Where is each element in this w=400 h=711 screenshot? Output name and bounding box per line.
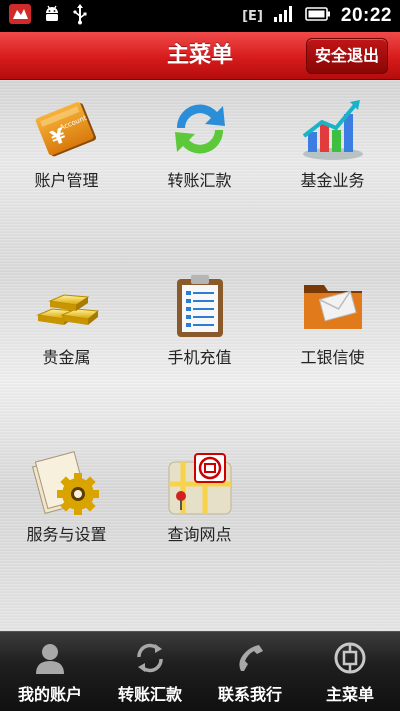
app-notification-icon xyxy=(8,3,32,29)
nav-label: 我的账户 xyxy=(17,685,82,704)
menu-item-messenger[interactable]: 工银信使 xyxy=(266,257,399,407)
battery-icon xyxy=(305,6,331,26)
signal-icon xyxy=(273,5,295,27)
nav-main-menu[interactable]: 主菜单 xyxy=(300,632,400,711)
menu-item-branch-locator[interactable]: 查询网点 xyxy=(133,434,266,584)
menu-item-label: 查询网点 xyxy=(167,525,232,544)
recharge-clipboard-icon xyxy=(165,271,235,341)
nav-label: 转账汇款 xyxy=(117,685,182,704)
gold-bars-icon xyxy=(32,271,102,341)
nav-label: 联系我行 xyxy=(217,685,282,704)
menu-item-label: 贵金属 xyxy=(42,348,91,367)
menu-item-precious-metals[interactable]: 贵金属 xyxy=(0,257,133,407)
menu-item-service-settings[interactable]: 服务与设置 xyxy=(0,434,133,584)
menu-item-label: 服务与设置 xyxy=(26,525,107,544)
clock-time: 20:22 xyxy=(340,5,392,26)
menu-item-mobile-recharge[interactable]: 手机充值 xyxy=(133,257,266,407)
branch-map-icon xyxy=(165,448,235,518)
menu-item-transfer[interactable]: 转账汇款 xyxy=(133,80,266,230)
menu-item-label: 基金业务 xyxy=(300,171,365,190)
nav-transfer[interactable]: 转账汇款 xyxy=(100,632,200,711)
menu-item-label: 转账汇款 xyxy=(167,171,232,190)
bottom-navigation: 我的账户 转账汇款 联系我行 主菜单 xyxy=(0,631,400,711)
menu-item-label: 手机充值 xyxy=(167,348,232,367)
title-bar: 主菜单 安全退出 xyxy=(0,32,400,80)
status-bar: [E] 20:22 xyxy=(0,0,400,32)
secure-logout-button[interactable]: 安全退出 xyxy=(306,38,388,74)
refresh-icon xyxy=(133,641,167,675)
main-menu-grid: ¥ Account 账户管理 转账汇款 基金业务 贵金属 手机充值 工银信使 服… xyxy=(0,80,400,631)
menu-item-label: 工银信使 xyxy=(300,348,365,367)
network-type-indicator: [E] xyxy=(242,8,263,24)
android-debug-icon xyxy=(42,4,62,28)
nav-label: 主菜单 xyxy=(325,685,374,704)
account-book-icon: ¥ Account xyxy=(32,94,102,164)
menu-item-account-management[interactable]: ¥ Account 账户管理 xyxy=(0,80,133,230)
icbc-logo-icon xyxy=(333,641,367,675)
phone-icon xyxy=(233,641,267,675)
fund-chart-icon xyxy=(298,94,368,164)
menu-item-label: 账户管理 xyxy=(34,171,99,190)
settings-gear-icon xyxy=(31,448,102,518)
usb-icon xyxy=(72,3,88,29)
transfer-arrows-icon xyxy=(165,94,235,164)
nav-my-account[interactable]: 我的账户 xyxy=(0,632,100,711)
person-icon xyxy=(33,641,67,675)
nav-contact-us[interactable]: 联系我行 xyxy=(200,632,300,711)
menu-item-fund[interactable]: 基金业务 xyxy=(266,80,399,230)
messenger-folder-icon xyxy=(298,271,368,341)
